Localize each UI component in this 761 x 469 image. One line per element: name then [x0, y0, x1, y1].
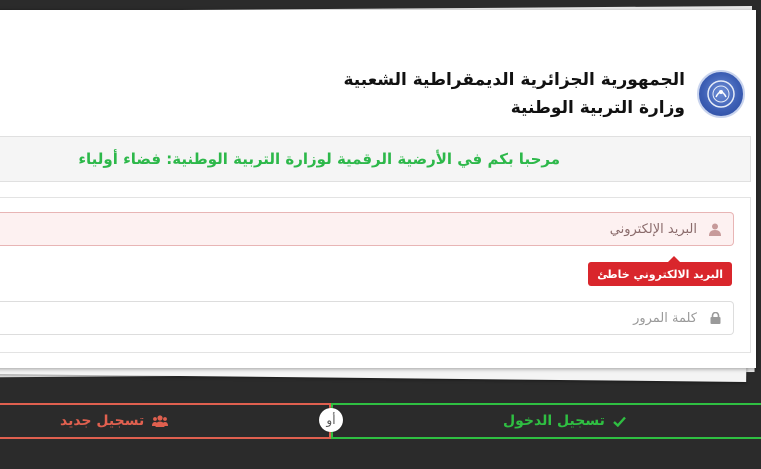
password-field[interactable] — [0, 301, 734, 335]
login-form: البريد الالكتروني خاطئ — [0, 197, 751, 353]
header: الجمهورية الجزائرية الديمقراطية الشعبية … — [344, 62, 745, 126]
login-button-label: تسجيل الدخول — [503, 413, 605, 429]
action-buttons: تسجيل جديد تسجيل الدخول — [0, 403, 761, 439]
check-icon — [613, 416, 626, 427]
register-button[interactable]: تسجيل جديد — [0, 403, 331, 439]
algeria-emblem-icon — [697, 70, 745, 118]
users-icon — [152, 415, 169, 427]
login-button[interactable]: تسجيل الدخول — [331, 403, 761, 439]
register-button-label: تسجيل جديد — [60, 413, 145, 429]
ministry-title: وزارة التربية الوطنية — [510, 98, 685, 118]
user-icon — [697, 223, 733, 236]
lock-icon — [697, 312, 733, 324]
welcome-banner: مرحبا بكم في الأرضية الرقمية لوزارة التر… — [0, 136, 751, 182]
or-separator: أو — [319, 408, 343, 432]
country-title: الجمهورية الجزائرية الديمقراطية الشعبية — [343, 70, 686, 90]
welcome-text: مرحبا بكم في الأرضية الرقمية لوزارة التر… — [78, 150, 560, 168]
email-field[interactable] — [0, 212, 734, 246]
password-input[interactable] — [0, 302, 697, 334]
email-input[interactable] — [0, 213, 697, 245]
email-error-tooltip: البريد الالكتروني خاطئ — [588, 256, 732, 286]
header-titles: الجمهورية الجزائرية الديمقراطية الشعبية … — [344, 66, 686, 122]
